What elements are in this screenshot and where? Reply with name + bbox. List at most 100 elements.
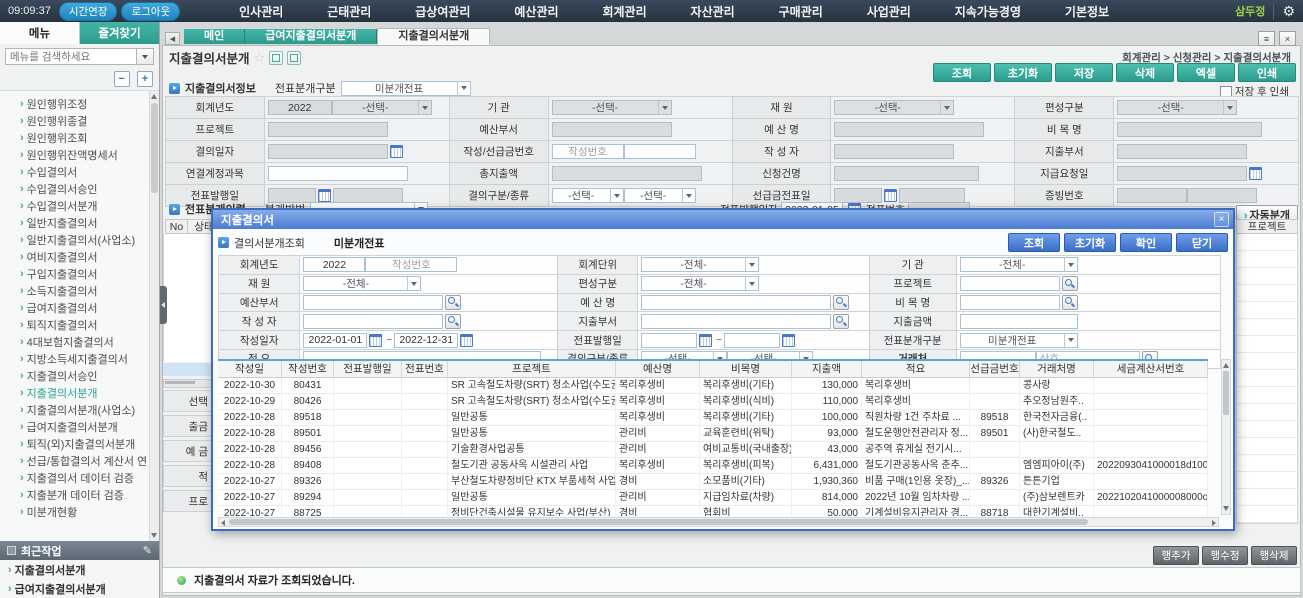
grid-header-프로젝트[interactable]: 프로젝트 xyxy=(448,361,616,377)
grid-header-전표발행일[interactable]: 전표발행일 xyxy=(334,361,402,377)
sidebar-item[interactable]: ›지출결의서승인 xyxy=(0,367,159,384)
collapse-all-button[interactable]: − xyxy=(114,71,130,87)
input-field[interactable] xyxy=(552,144,624,159)
toolbar-button-삭제[interactable]: 삭제 xyxy=(1116,63,1174,82)
dialog-button-조회[interactable]: 조회 xyxy=(1008,233,1060,252)
search-dropdown-button[interactable] xyxy=(137,48,154,65)
grid-header-거래처명[interactable]: 거래처명 xyxy=(1020,361,1094,377)
sidebar-item[interactable]: ›미분개현황 xyxy=(0,503,159,520)
sidebar-item[interactable]: ›지방소득세지출결의서 xyxy=(0,350,159,367)
input-field[interactable] xyxy=(303,257,365,272)
grid-row[interactable]: 2022-10-2889501일반공통관리비교육훈련비(위탁)93,000철도운… xyxy=(218,426,1208,442)
sidebar-item[interactable]: ›수입결의서분개 xyxy=(0,197,159,214)
scroll-up-icon[interactable] xyxy=(1223,363,1229,368)
calendar-icon[interactable] xyxy=(884,189,897,202)
tab-급여지출결의서분개[interactable]: 급여지출결의서분개 xyxy=(245,29,377,44)
grid-header-적요[interactable]: 적요 xyxy=(862,361,970,377)
input-field[interactable] xyxy=(960,276,1060,291)
sidebar-collapse-handle[interactable] xyxy=(160,286,167,324)
calendar-icon[interactable] xyxy=(782,334,795,347)
grid-row[interactable]: 2022-10-2789326부산철도차량정비단 KTX 부품세척 사업경비소모… xyxy=(218,474,1208,490)
input-field[interactable] xyxy=(641,314,831,329)
scroll-up-icon[interactable] xyxy=(151,94,157,99)
input-field[interactable] xyxy=(641,295,831,310)
grid-header-전표번호[interactable]: 전표번호 xyxy=(402,361,448,377)
recent-item[interactable]: ›급여지출결의서분개 xyxy=(0,579,159,598)
lookup-button[interactable] xyxy=(1062,295,1078,310)
sidebar-item[interactable]: ›여비지출결의서 xyxy=(0,248,159,265)
grid-header-비목명[interactable]: 비목명 xyxy=(700,361,792,377)
select-field[interactable]: -선택- xyxy=(834,100,954,115)
grid-row[interactable]: 2022-10-2789294일반공통관리비지급임차료(차량)814,00020… xyxy=(218,490,1208,506)
select-field[interactable]: 미분개전표 xyxy=(960,333,1078,348)
toolbar-button-인쇄[interactable]: 인쇄 xyxy=(1238,63,1296,82)
window-menu-button[interactable]: ≡ xyxy=(1258,31,1275,46)
top-menu-item[interactable]: 근태관리 xyxy=(327,3,371,20)
grid-header-선급금번호[interactable]: 선급금번호 xyxy=(970,361,1020,377)
grid-header-지출액[interactable]: 지출액 xyxy=(792,361,862,377)
sidebar-item[interactable]: ›수입결의서승인 xyxy=(0,180,159,197)
window-close-button[interactable]: × xyxy=(1279,31,1296,46)
favorite-star-icon[interactable]: ☆ xyxy=(254,50,266,66)
toolbar-button-저장[interactable]: 저장 xyxy=(1055,63,1113,82)
top-menu-item[interactable]: 구매관리 xyxy=(779,3,823,20)
scroll-down-icon[interactable] xyxy=(1223,506,1229,511)
dialog-close-button[interactable]: × xyxy=(1214,212,1229,227)
top-menu-item[interactable]: 급상여관리 xyxy=(415,3,470,20)
calendar-icon[interactable] xyxy=(460,334,473,347)
sidebar-item[interactable]: ›원인행위조회 xyxy=(0,129,159,146)
scroll-down-icon[interactable] xyxy=(151,533,157,538)
select-field[interactable]: -선택- xyxy=(624,188,696,203)
select-field[interactable]: -선택- xyxy=(332,100,432,115)
open-new-window-icon[interactable] xyxy=(287,51,301,65)
grid-header-작성일[interactable]: 작성일 xyxy=(218,361,282,377)
calendar-icon[interactable] xyxy=(390,145,403,158)
sidebar-item[interactable]: ›지출결의서분개(사업소) xyxy=(0,401,159,418)
lookup-button[interactable] xyxy=(445,314,461,329)
sidebar-item[interactable]: ›퇴직지출결의서 xyxy=(0,316,159,333)
extend-session-button[interactable]: 시간연장 xyxy=(59,2,118,21)
sidebar-item[interactable]: ›4대보험지출결의서 xyxy=(0,333,159,350)
input-field[interactable] xyxy=(303,314,443,329)
grid-row[interactable]: 2022-10-2788725정비단건축시설물 유지보수 사업(부산)경비협회비… xyxy=(218,506,1208,516)
select-field[interactable]: -선택- xyxy=(1117,100,1237,115)
sidebar-item[interactable]: ›선급/통합결의서 계산서 연 xyxy=(0,452,159,469)
input-field[interactable] xyxy=(624,144,696,159)
toolbar-button-엑셀[interactable]: 엑셀 xyxy=(1177,63,1235,82)
grid-header-작성번호[interactable]: 작성번호 xyxy=(282,361,334,377)
scrollbar-thumb[interactable] xyxy=(1223,371,1229,415)
input-field[interactable] xyxy=(724,333,780,348)
input-field[interactable] xyxy=(960,314,1078,329)
toolbar-button-조회[interactable]: 조회 xyxy=(933,63,991,82)
tree-scrollbar[interactable] xyxy=(149,91,159,541)
input-field[interactable] xyxy=(303,333,367,348)
sidebar-item[interactable]: ›급여지출결의서분개 xyxy=(0,418,159,435)
tab-메인[interactable]: 메인 xyxy=(184,29,245,44)
settings-gear-icon[interactable]: ⚙ xyxy=(1273,3,1295,20)
top-menu-item[interactable]: 인사관리 xyxy=(239,3,283,20)
select-field[interactable]: -선택- xyxy=(552,100,672,115)
input-field[interactable] xyxy=(268,166,408,181)
top-menu-item[interactable]: 사업관리 xyxy=(867,3,911,20)
input-field[interactable] xyxy=(365,257,457,272)
grid-row[interactable]: 2022-10-3080431SR 고속철도차량(SRT) 청소사업(수도권)복… xyxy=(218,378,1208,394)
sidebar-item[interactable]: ›지출결의서분개 xyxy=(0,384,159,401)
selected-row-fragment[interactable] xyxy=(163,363,213,376)
lookup-button[interactable] xyxy=(1062,276,1078,291)
sidebar-item[interactable]: ›원인행위조정 xyxy=(0,95,159,112)
sidebar-tab-favorites[interactable]: 즐겨찾기 xyxy=(80,22,159,44)
select-field[interactable]: -전체- xyxy=(303,276,421,291)
dialog-button-초기화[interactable]: 초기화 xyxy=(1064,233,1116,252)
sidebar-item[interactable]: ›일반지출결의서 xyxy=(0,214,159,231)
sidebar-item[interactable]: ›급여지출결의서 xyxy=(0,299,159,316)
scroll-right-icon[interactable] xyxy=(1212,520,1216,526)
top-menu-item[interactable]: 예산관리 xyxy=(514,3,558,20)
sidebar-item[interactable]: ›지출결의서 데이터 검증 xyxy=(0,469,159,486)
calendar-icon[interactable] xyxy=(1249,167,1262,180)
grid-header-cell[interactable]: 프로젝트 xyxy=(1236,219,1298,234)
row-action-button-행추가[interactable]: 행추가 xyxy=(1153,546,1199,565)
dialog-button-닫기[interactable]: 닫기 xyxy=(1176,233,1228,252)
dialog-title-bar[interactable]: 지출결의서 × xyxy=(213,210,1233,229)
dialog-button-확인[interactable]: 확인 xyxy=(1120,233,1172,252)
grid-horizontal-scrollbar[interactable] xyxy=(218,517,1219,527)
